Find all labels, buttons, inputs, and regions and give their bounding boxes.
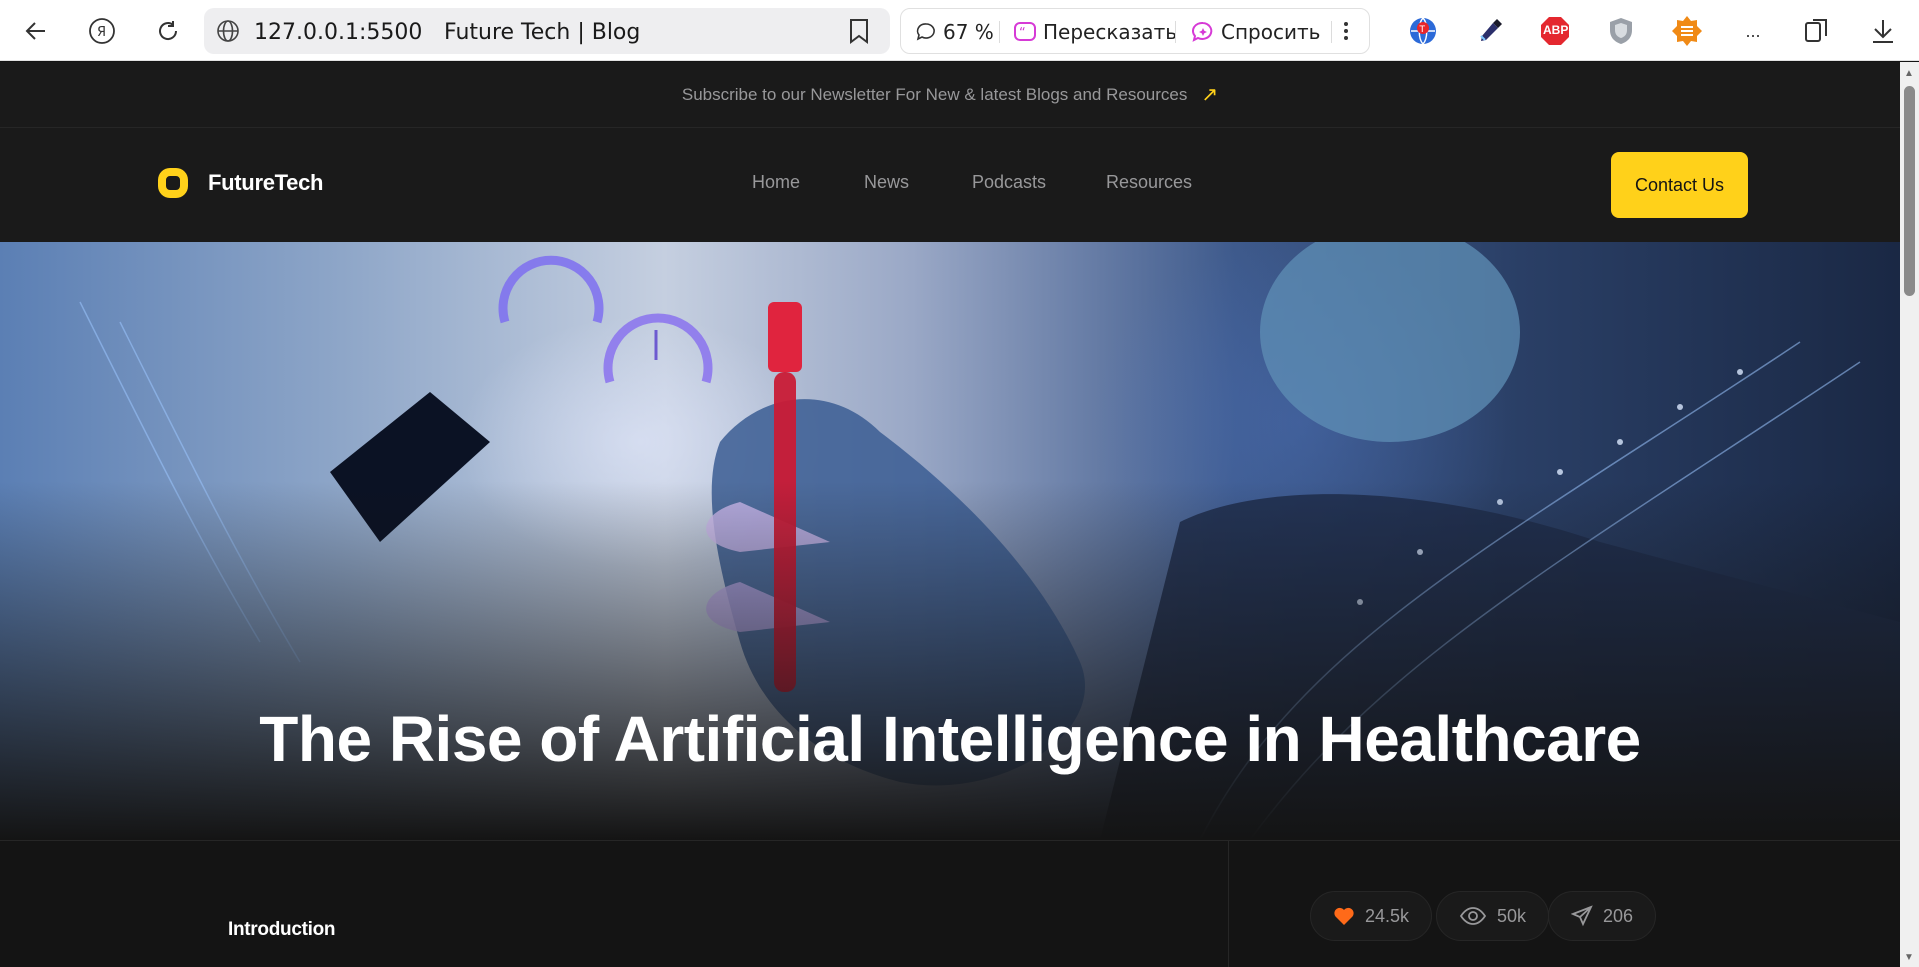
retell-label: Пересказать	[1043, 20, 1178, 44]
zoom-button[interactable]: 67 %	[915, 20, 994, 44]
nav-link-resources[interactable]: Resources	[1106, 172, 1192, 193]
share-button[interactable]: 206	[1548, 891, 1657, 941]
reload-button[interactable]	[149, 12, 187, 50]
newsletter-banner[interactable]: Subscribe to our Newsletter For New & la…	[0, 62, 1900, 128]
shield-extension[interactable]	[1604, 14, 1638, 48]
color-picker-extension[interactable]	[1473, 14, 1507, 48]
ask-button[interactable]: Спросить	[1191, 20, 1320, 44]
svg-text:Я: Я	[97, 25, 106, 40]
heart-icon	[1334, 907, 1354, 925]
newsletter-text[interactable]: Subscribe to our Newsletter For New & la…	[682, 85, 1188, 105]
collections-button[interactable]	[1800, 14, 1834, 48]
zoom-level: 67 %	[943, 20, 994, 44]
svg-text:T: T	[1419, 25, 1426, 35]
back-button[interactable]	[17, 12, 55, 50]
futuretech-logo-icon	[158, 168, 188, 198]
article-title: The Rise of Artificial Intelligence in H…	[259, 703, 1641, 775]
section-heading: Introduction	[228, 919, 336, 940]
page-scrollbar[interactable]: ▲ ▼	[1900, 62, 1919, 967]
view-count: 50k	[1497, 905, 1527, 926]
views-stat[interactable]: 50k	[1436, 891, 1550, 941]
main-nav: Home News Podcasts Resources	[752, 172, 1192, 193]
scrollbar-thumb[interactable]	[1904, 86, 1915, 296]
hero-banner: The Rise of Artificial Intelligence in H…	[0, 242, 1900, 840]
separator	[1175, 21, 1176, 43]
translate-globe-icon: T	[1410, 17, 1436, 45]
kebab-menu-icon	[1344, 22, 1348, 40]
downloads-button[interactable]	[1866, 14, 1900, 48]
arrow-up-right-icon: ↗	[1201, 84, 1219, 106]
url-text[interactable]: 127.0.0.1:5500	[254, 20, 422, 45]
adblock-extension[interactable]: ABP	[1538, 14, 1572, 48]
sun-badge-icon	[1672, 16, 1702, 46]
yandex-button[interactable]: Я	[83, 12, 121, 50]
scroll-down-icon[interactable]: ▼	[1904, 952, 1914, 963]
ask-label: Спросить	[1221, 20, 1321, 44]
reload-icon	[159, 21, 178, 40]
nav-link-home[interactable]: Home	[752, 172, 864, 193]
like-button[interactable]: 24.5k	[1310, 891, 1433, 941]
logo-text: FutureTech	[208, 170, 324, 195]
retell-button[interactable]: “ Пересказать	[1013, 20, 1177, 44]
bookmark-icon[interactable]	[848, 18, 870, 44]
abp-label: ABP	[1543, 23, 1569, 37]
page-title-text: Future Tech | Blog	[444, 20, 641, 45]
sun-extension[interactable]	[1670, 14, 1704, 48]
web-page: Subscribe to our Newsletter For New & la…	[0, 62, 1900, 967]
article-body: Introduction 24.5k 50k 206	[0, 840, 1900, 967]
globe-icon	[217, 20, 239, 42]
chat-bubble-icon	[916, 23, 935, 41]
send-icon	[1571, 905, 1593, 927]
site-logo[interactable]: FutureTech	[148, 158, 323, 208]
browser-toolbar: Я 127.0.0.1:5500 Future Tech | Blog 67 %…	[0, 0, 1919, 61]
share-count: 206	[1603, 905, 1634, 926]
scroll-up-icon[interactable]: ▲	[1904, 68, 1914, 79]
ai-toolbar: 67 % “ Пересказать Спросить	[900, 8, 1370, 54]
more-extensions-button[interactable]: ...	[1736, 14, 1770, 48]
contact-us-button[interactable]: Contact Us	[1611, 152, 1748, 218]
retell-icon: “	[1014, 22, 1036, 41]
eyedropper-icon	[1480, 19, 1502, 41]
separator	[999, 21, 1000, 43]
ask-ai-icon	[1192, 21, 1213, 42]
yandex-icon: Я	[89, 18, 115, 44]
nav-link-podcasts[interactable]: Podcasts	[972, 172, 1106, 193]
svg-text:“: “	[1019, 26, 1026, 41]
address-bar[interactable]: 127.0.0.1:5500 Future Tech | Blog	[204, 8, 890, 54]
shield-icon	[1610, 18, 1632, 44]
more-menu-button[interactable]	[1343, 20, 1349, 42]
more-extensions-label: ...	[1745, 20, 1761, 41]
back-arrow-icon	[25, 22, 45, 40]
site-header: FutureTech Home News Podcasts Resources …	[0, 128, 1900, 242]
eye-icon	[1459, 907, 1487, 925]
download-icon	[1873, 20, 1893, 43]
separator	[1331, 21, 1332, 43]
like-count: 24.5k	[1365, 905, 1410, 926]
translate-extension[interactable]: T	[1406, 14, 1440, 48]
collections-icon	[1805, 19, 1827, 42]
nav-link-news[interactable]: News	[864, 172, 972, 193]
column-divider	[1228, 841, 1229, 967]
